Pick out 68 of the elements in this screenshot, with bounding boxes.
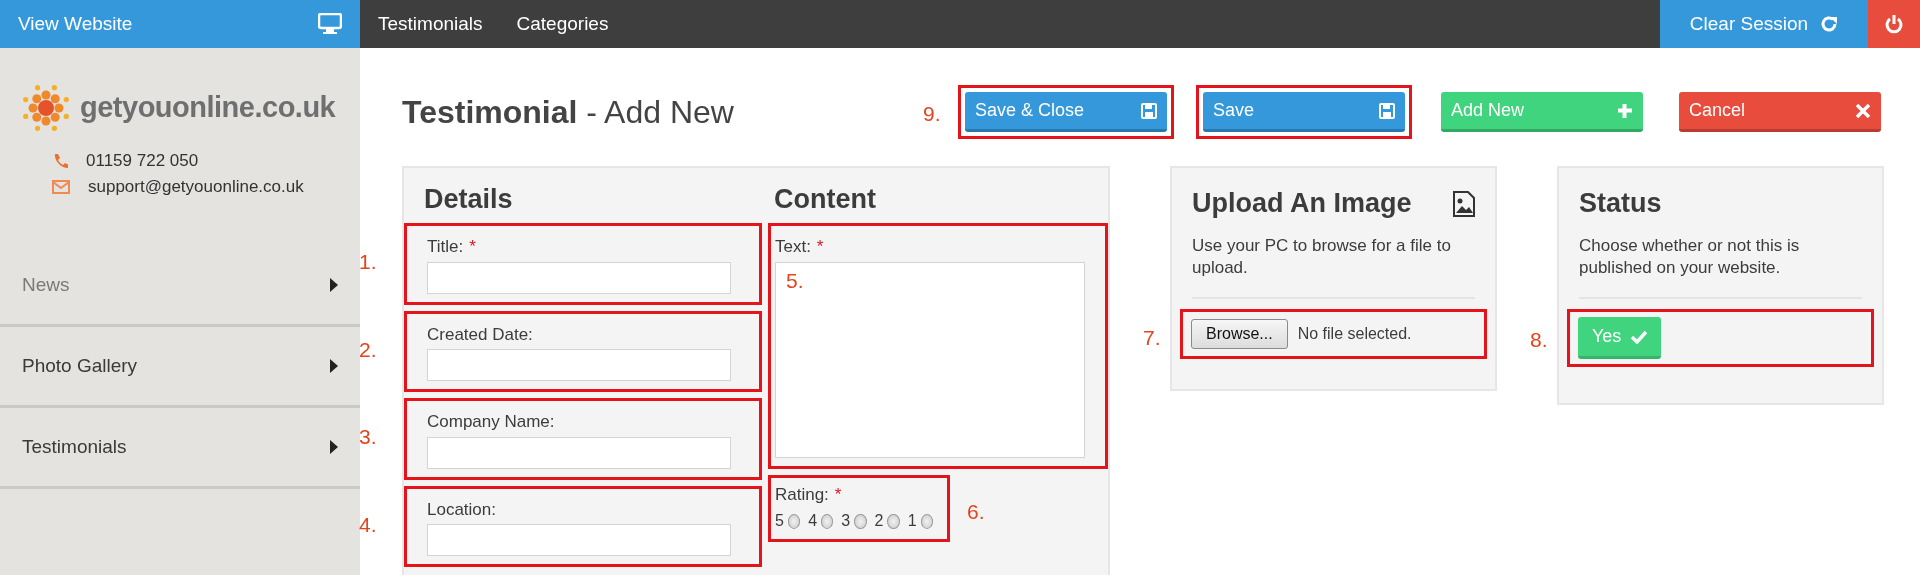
view-website-link[interactable]: View Website [0, 0, 360, 48]
annotation-number: 1. [359, 249, 377, 276]
plus-icon [1617, 102, 1633, 119]
rating-number: 3 [841, 511, 851, 532]
sidebar-item[interactable]: Testimonials [0, 408, 360, 489]
power-icon [1885, 14, 1903, 34]
section-heading: Content [773, 183, 877, 216]
sidebar-item[interactable]: News [0, 246, 360, 327]
mail-icon [52, 180, 70, 194]
radio-button[interactable] [920, 513, 933, 529]
power-button[interactable] [1868, 0, 1920, 48]
section-heading: Status [1579, 187, 1663, 220]
rating-number: 1 [907, 511, 917, 532]
annotation-number: 5. [785, 267, 804, 294]
file-status: No file selected. [1297, 324, 1412, 345]
page-title: Testimonial - Add New [402, 92, 734, 132]
field-label: Location: [427, 498, 497, 521]
email-address: support@getyouonline.co.uk [88, 176, 304, 199]
caret-right-icon [330, 278, 338, 292]
description-text: Choose whether or not this is published on your website. [1579, 235, 1862, 300]
text-input[interactable] [427, 524, 731, 557]
sidebar-item[interactable]: Photo Gallery [0, 327, 360, 408]
field-label: Company Name: [427, 411, 556, 434]
clear-session-button[interactable]: Clear Session [1660, 0, 1868, 48]
field-label: Title: * [427, 236, 477, 259]
browse-button[interactable]: Browse... [1191, 319, 1288, 350]
text-input[interactable] [427, 349, 731, 382]
annotation-number: 8. [1530, 327, 1548, 354]
text-input[interactable] [427, 436, 731, 469]
check-icon [1631, 329, 1648, 344]
section-heading: Details [424, 183, 514, 216]
caret-right-icon [330, 359, 338, 373]
top-nav-link[interactable]: Testimonials [378, 9, 483, 39]
field-label: Text: * [774, 236, 825, 259]
caret-right-icon [330, 440, 338, 454]
annotation-number: 3. [359, 424, 377, 451]
radio-button[interactable] [787, 513, 801, 529]
text-input[interactable] [427, 261, 731, 294]
refresh-icon [1820, 15, 1839, 33]
sun-logo-icon [20, 82, 72, 134]
description-text: Use your PC to browse for a file to upload. [1192, 235, 1475, 300]
radio-button[interactable] [887, 513, 900, 529]
section-heading: Upload An Image [1192, 187, 1412, 220]
save-button[interactable]: Save [1203, 92, 1405, 132]
radio-button[interactable] [854, 513, 867, 529]
annotation-number: 7. [1143, 325, 1161, 352]
publish-toggle[interactable]: Yes [1578, 317, 1662, 360]
annotation-number: 4. [359, 511, 377, 538]
annotation-number: 6. [966, 498, 985, 525]
rating-number: 5 [774, 511, 784, 532]
close-icon [1855, 102, 1871, 119]
field-label: Created Date: [427, 323, 534, 346]
top-nav-link[interactable]: Categories [516, 9, 609, 39]
phone-icon [52, 153, 68, 169]
field-label: Rating: * [774, 483, 843, 506]
image-file-icon [1453, 190, 1475, 217]
add-button[interactable]: Add New [1441, 92, 1643, 132]
save-button[interactable]: Save & Close [965, 92, 1167, 132]
rating-number: 2 [874, 511, 884, 532]
logo-text: getyouonline.co.uk [80, 90, 336, 126]
phone-number: 01159 722 050 [86, 150, 199, 173]
radio-button[interactable] [821, 513, 834, 529]
annotation-number: 9. [923, 101, 941, 127]
cancel-button[interactable]: Cancel [1679, 92, 1881, 132]
monitor-icon [318, 13, 342, 35]
annotation-number: 2. [359, 336, 377, 363]
text-area[interactable]: 5. [774, 261, 1085, 458]
rating-number: 4 [808, 511, 818, 532]
